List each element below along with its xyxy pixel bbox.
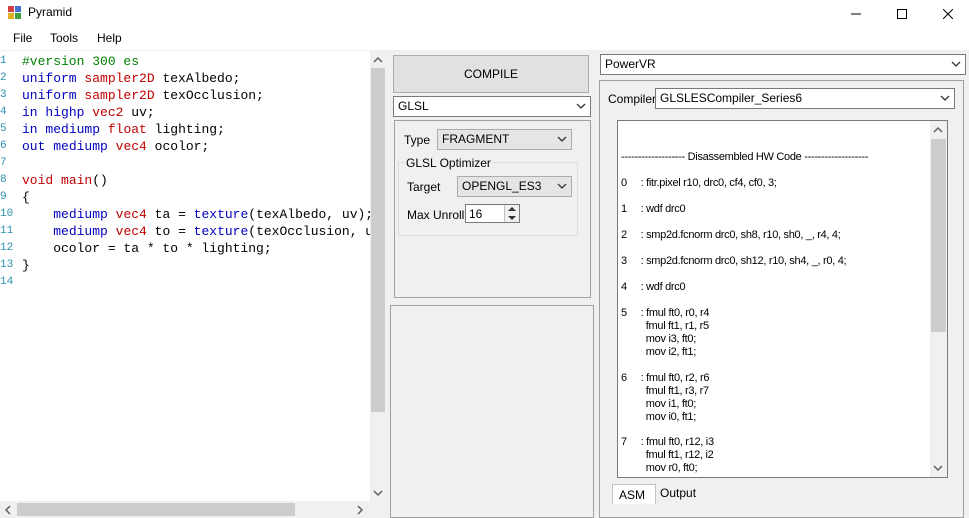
- compile-button[interactable]: COMPILE: [393, 55, 589, 93]
- tab-asm-label: ASM: [619, 488, 646, 502]
- max-unroll-label: Max Unroll: [407, 208, 465, 222]
- language-select-value: GLSL: [398, 99, 429, 113]
- line-number: 10: [0, 208, 14, 220]
- asm-line: mov i1, ft0;: [621, 398, 697, 410]
- chevron-down-icon: [557, 136, 567, 142]
- chevron-down-icon: [940, 95, 950, 101]
- maximize-icon: [897, 9, 907, 19]
- tab-output[interactable]: Output: [660, 486, 696, 500]
- code-line: void main(): [22, 173, 108, 188]
- asm-line: mov i0, ft1;: [621, 411, 697, 423]
- line-number: 7: [0, 157, 7, 169]
- editor-vertical-scroll-thumb[interactable]: [371, 68, 385, 412]
- asm-line: mov i2, ft1;: [621, 346, 697, 358]
- glsl-optimizer-group: [398, 162, 578, 236]
- asm-line: fmul ft1, r1, r5: [621, 320, 709, 332]
- asm-line: 5 : fmul ft0, r0, r4: [621, 307, 710, 319]
- scroll-up-icon[interactable]: [933, 126, 943, 134]
- compiler-select[interactable]: GLSLESCompiler_Series6: [655, 88, 955, 109]
- code-line: ocolor = ta * to * lighting;: [22, 241, 272, 256]
- line-number: 5: [0, 123, 7, 135]
- type-select[interactable]: FRAGMENT: [437, 129, 572, 150]
- close-button[interactable]: [925, 0, 969, 28]
- code-line: in highp vec2 uv;: [22, 105, 155, 120]
- line-number: 13: [0, 259, 14, 271]
- editor-horizontal-scroll-thumb[interactable]: [17, 503, 295, 516]
- code-line: mediump vec4 ta = texture(texAlbedo, uv)…: [53, 207, 370, 222]
- chevron-down-icon: [576, 103, 586, 109]
- line-number: 3: [0, 89, 7, 101]
- compiler-select-value: GLSLESCompiler_Series6: [660, 91, 803, 105]
- code-line: mediump vec4 to = texture(texOcclusion, …: [53, 224, 370, 239]
- asm-line: 3 : smp2d.fcnorm drc0, sh12, r10, sh4, _…: [621, 255, 847, 267]
- asm-line: 7 : fmul ft0, r12, i3: [621, 436, 714, 448]
- menu-bar: [0, 28, 969, 50]
- asm-line: fmul ft1, r3, r7: [621, 385, 709, 397]
- asm-line: 1 : wdf drc0: [621, 203, 686, 215]
- stepper-down-icon[interactable]: [508, 215, 516, 221]
- target-select[interactable]: OPENGL_ES3: [457, 176, 572, 197]
- line-number: 4: [0, 106, 7, 118]
- chevron-down-icon: [951, 61, 961, 67]
- line-number: 1: [0, 55, 7, 67]
- close-icon: [943, 9, 953, 19]
- max-unroll-value: 16: [469, 207, 483, 221]
- minimize-button[interactable]: [833, 0, 879, 28]
- line-number: 14: [0, 276, 14, 288]
- target-select-value: OPENGL_ES3: [462, 179, 542, 193]
- asm-line: ------------------- Disassembled HW Code…: [621, 151, 869, 163]
- scroll-up-icon[interactable]: [373, 56, 383, 64]
- title-bar: [0, 0, 969, 28]
- code-line: #version 300 es: [22, 53, 139, 70]
- line-number: 2: [0, 72, 7, 84]
- window-title: Pyramid: [28, 5, 73, 19]
- asm-line: 6 : fmul ft0, r2, r6: [621, 372, 710, 384]
- scroll-down-icon[interactable]: [373, 489, 383, 497]
- asm-line: mov i3, ft0;: [621, 333, 697, 345]
- code-line: uniform sampler2D texOcclusion;: [22, 88, 264, 103]
- code-line: {: [22, 190, 30, 205]
- type-select-value: FRAGMENT: [442, 132, 510, 146]
- code-editor[interactable]: 1 2 3 4 5 6 7 8 9 10 11 12 13 14 #versio…: [0, 51, 370, 501]
- menu-file[interactable]: File: [13, 31, 32, 45]
- max-unroll-stepper[interactable]: 16: [465, 204, 520, 223]
- scroll-down-icon[interactable]: [933, 464, 943, 472]
- compiler-label: Compiler: [608, 92, 657, 106]
- backend-select-value: PowerVR: [605, 57, 656, 71]
- code-line: }: [22, 258, 30, 273]
- stepper-up-icon[interactable]: [508, 206, 516, 212]
- code-line: uniform sampler2D texAlbedo;: [22, 71, 241, 86]
- asm-line: 4 : wdf drc0: [621, 281, 686, 293]
- asm-line: 2 : smp2d.fcnorm drc0, sh8, r10, sh0, _,…: [621, 229, 841, 241]
- line-number: 9: [0, 191, 7, 203]
- middle-lower-panel: [390, 305, 594, 518]
- asm-line: 0 : fitr.pixel r10, drc0, cf4, cf0, 3;: [621, 177, 777, 189]
- maximize-button[interactable]: [879, 0, 925, 28]
- asm-vertical-scroll-thumb[interactable]: [931, 139, 946, 332]
- target-label: Target: [407, 180, 441, 194]
- line-number: 6: [0, 140, 7, 152]
- asm-line: mov r0, ft0;: [621, 462, 698, 474]
- language-select[interactable]: GLSL: [393, 96, 591, 117]
- glsl-optimizer-title: GLSL Optimizer: [405, 156, 492, 170]
- asm-line: fmul ft1, r12, i2: [621, 449, 714, 461]
- minimize-icon: [851, 13, 861, 15]
- scroll-left-icon[interactable]: [4, 505, 12, 515]
- code-line: out mediump vec4 ocolor;: [22, 139, 210, 154]
- code-token: #version 300 es: [22, 54, 140, 69]
- backend-select[interactable]: PowerVR: [600, 54, 966, 75]
- app-icon: [8, 6, 21, 19]
- code-line: in mediump float lighting;: [22, 122, 225, 137]
- menu-help[interactable]: Help: [97, 31, 122, 45]
- menu-tools[interactable]: Tools: [50, 31, 78, 45]
- line-number: 11: [0, 225, 14, 237]
- scroll-right-icon[interactable]: [356, 505, 364, 515]
- chevron-down-icon: [557, 183, 567, 189]
- line-number: 12: [0, 242, 14, 254]
- type-label: Type: [404, 133, 431, 147]
- asm-output-textbox[interactable]: [617, 120, 948, 478]
- line-number: 8: [0, 174, 7, 186]
